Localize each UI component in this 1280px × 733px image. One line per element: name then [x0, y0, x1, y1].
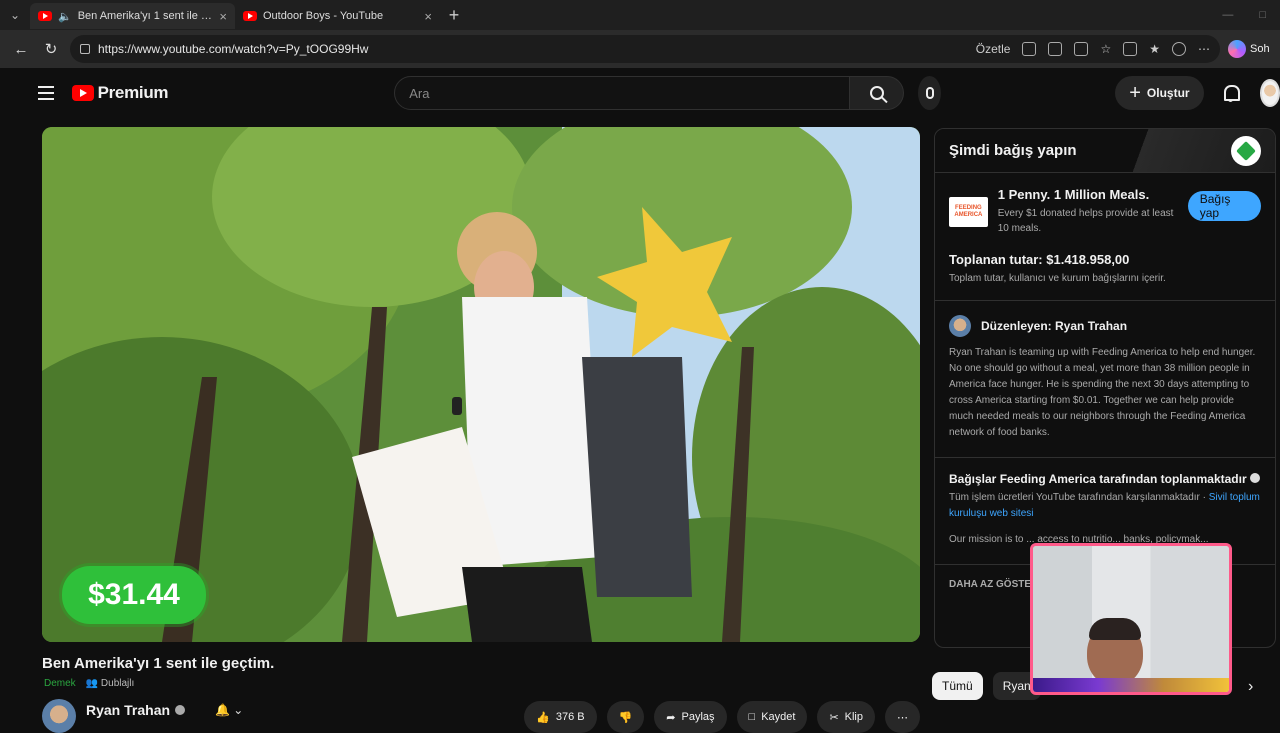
- search-icon: [869, 86, 884, 100]
- address-bar-row: ← ↻ https://www.youtube.com/watch?v=Py_t…: [0, 30, 1280, 68]
- microphone-icon: [925, 87, 934, 99]
- tab-inactive[interactable]: Outdoor Boys - YouTube ×: [235, 3, 440, 29]
- tab-active[interactable]: 🔈 Ben Amerika'yı 1 sent ile geçtim ×: [30, 3, 235, 29]
- youtube-header: Premium + Oluştur: [14, 68, 1280, 118]
- organizer-avatar[interactable]: [949, 315, 971, 337]
- voice-search-button[interactable]: [918, 76, 942, 110]
- copilot-button[interactable]: Soh: [1228, 40, 1270, 58]
- campaign-text: 1 Penny. 1 Million Meals. Every $1 donat…: [998, 187, 1178, 236]
- close-tab-icon[interactable]: ×: [424, 9, 432, 24]
- collection-subtitle: Tüm işlem ücretleri YouTube tarafından k…: [949, 492, 1260, 519]
- more-actions-button[interactable]: ⋯: [885, 701, 920, 733]
- tag-dubbed[interactable]: 👥 Dublajlı: [86, 678, 135, 689]
- campaign-subtitle: Every $1 donated helps provide at least …: [997, 208, 1174, 234]
- tracking-prevention-icon[interactable]: [1074, 42, 1089, 56]
- youtube-favicon-icon: [38, 11, 52, 21]
- youtube-logo[interactable]: Premium: [71, 83, 169, 103]
- feeding-america-logo: FEEDING AMERICA: [949, 197, 988, 227]
- share-icon: ➦: [666, 711, 676, 724]
- window-controls: — □: [1222, 9, 1280, 21]
- organizer-label: Düzenleyen: Ryan Trahan: [981, 319, 1128, 333]
- campaign-title: 1 Penny. 1 Million Meals.: [997, 187, 1150, 202]
- like-button[interactable]: 👍 376 B: [524, 701, 597, 733]
- video-actions: 👍 376 B 👎 ➦ Paylaş □ Kaydet ✂ Klip ⋯: [524, 687, 920, 733]
- search-input[interactable]: [394, 76, 851, 110]
- speaker-icon[interactable]: 🔈: [58, 10, 72, 23]
- url-tools: Özetle ☆ ★ ⋯: [976, 42, 1210, 56]
- clip-button[interactable]: ✂ Klip: [817, 701, 875, 733]
- dislike-button[interactable]: 👎: [606, 701, 645, 733]
- menu-icon[interactable]: [38, 86, 56, 100]
- back-arrow-icon[interactable]: ←: [6, 41, 36, 58]
- minimize-icon[interactable]: —: [1222, 9, 1233, 21]
- summarize-button[interactable]: Özetle: [976, 42, 1011, 56]
- share-button[interactable]: ➦ Paylaş: [654, 701, 727, 733]
- account-avatar[interactable]: [1259, 79, 1280, 107]
- url-field[interactable]: https://www.youtube.com/watch?v=Py_tOOG9…: [70, 35, 1220, 63]
- collection-title: Bağışlar Feeding America tarafından topl…: [935, 458, 1275, 486]
- verified-icon: [175, 705, 186, 715]
- notifications-bell-icon[interactable]: [1222, 84, 1240, 102]
- more-icon: ⋯: [897, 711, 908, 724]
- profile-icon[interactable]: [1172, 42, 1186, 56]
- logo-text: Premium: [97, 83, 169, 102]
- maximize-icon[interactable]: □: [1259, 9, 1266, 21]
- tab-title: Outdoor Boys - YouTube: [263, 10, 384, 22]
- copilot-label: Soh: [1250, 43, 1270, 55]
- tab-title: Ben Amerika'yı 1 sent ile geçtim: [77, 10, 214, 22]
- new-tab-button[interactable]: +: [440, 5, 468, 26]
- chip-all[interactable]: Tümü: [932, 672, 983, 700]
- tab-list-chevron-icon[interactable]: ⌄: [0, 0, 30, 30]
- donate-button[interactable]: Bağış yap: [1187, 191, 1261, 221]
- video-tags: Demek 👥 Dublajlı: [44, 678, 134, 689]
- raised-note: Toplam tutar, kullanıcı ve kurum bağışla…: [949, 273, 1166, 284]
- youtube-play-icon: [71, 85, 94, 101]
- owner-row: Ryan Trahan 🔔 ⌄ 👍 376 B 👎 ➦ Paylaş □ Kaydet…: [42, 699, 920, 733]
- url-text: https://www.youtube.com/watch?v=Py_tOOG9…: [98, 42, 369, 56]
- copilot-icon: [1228, 40, 1246, 58]
- search-bar: [394, 76, 905, 110]
- webcam-overlay: [1030, 543, 1232, 695]
- video-title: Ben Amerika'yı 1 sent ile geçtim.: [42, 655, 275, 672]
- organizer-description: Ryan Trahan is teaming up with Feeding A…: [949, 347, 1256, 438]
- create-label: Oluştur: [1146, 86, 1190, 100]
- channel-avatar[interactable]: [42, 699, 76, 733]
- site-info-icon[interactable]: [80, 44, 90, 54]
- tag-demek[interactable]: Demek: [44, 678, 76, 689]
- extensions-icon[interactable]: [1123, 42, 1138, 56]
- thumbs-up-icon: 👍: [536, 711, 550, 724]
- campaign-row: FEEDING AMERICA 1 Penny. 1 Million Meals…: [935, 173, 1275, 236]
- browser-tab-bar: ⌄ 🔈 Ben Amerika'yı 1 sent ile geçtim × O…: [0, 0, 1280, 30]
- donation-header: Şimdi bağış yapın: [935, 129, 1275, 173]
- favorite-star-icon[interactable]: ☆: [1100, 42, 1111, 56]
- video-player[interactable]: [42, 127, 920, 642]
- chevron-right-icon[interactable]: ›: [1248, 678, 1253, 696]
- apps-icon[interactable]: [1048, 42, 1063, 56]
- giving-heart-icon: [1231, 135, 1261, 166]
- create-button[interactable]: + Oluştur: [1115, 76, 1204, 110]
- organizer-row: Düzenleyen: Ryan Trahan: [935, 301, 1275, 337]
- close-tab-icon[interactable]: ×: [219, 9, 227, 24]
- thumbs-down-icon: 👎: [618, 711, 633, 724]
- donation-header-title: Şimdi bağış yapın: [949, 142, 1077, 159]
- favorites-icon[interactable]: ★: [1149, 42, 1160, 56]
- recommendation-chips: Tümü Ryan: [932, 672, 1041, 700]
- webcam-frame-bar: [1033, 678, 1229, 692]
- plus-icon: +: [1129, 82, 1141, 104]
- youtube-favicon-icon: [243, 11, 257, 21]
- reader-icon[interactable]: [1022, 42, 1037, 56]
- save-icon: □: [748, 711, 756, 723]
- search-button[interactable]: [850, 76, 905, 110]
- more-options-icon[interactable]: ⋯: [1198, 42, 1210, 56]
- save-button[interactable]: □ Kaydet: [736, 701, 808, 733]
- raised-amount: Toplanan tutar: $1.418.958,00: [949, 252, 1130, 267]
- scissors-icon: ✂: [829, 711, 839, 724]
- refresh-icon[interactable]: ↻: [36, 40, 66, 58]
- subscription-bell-icon[interactable]: 🔔 ⌄: [215, 703, 243, 717]
- video-frame: [42, 127, 920, 642]
- channel-name[interactable]: Ryan Trahan: [86, 702, 170, 718]
- price-overlay-badge: $31.44: [62, 566, 206, 624]
- verified-icon: [1249, 473, 1260, 483]
